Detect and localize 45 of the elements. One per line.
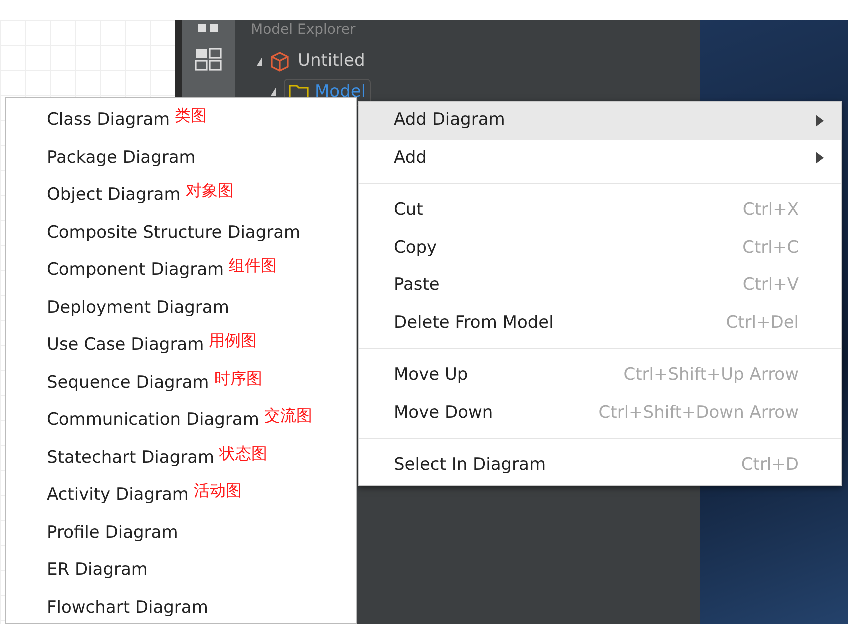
annotation-text: 对象图 xyxy=(186,180,234,202)
shortcut-text: Ctrl+X xyxy=(742,199,799,222)
annotation-text: 类图 xyxy=(175,105,208,127)
menu-item[interactable]: Cut Ctrl+X xyxy=(359,192,841,230)
grid-layout-icon[interactable] xyxy=(194,48,222,72)
annotation-text: 活动图 xyxy=(194,480,242,502)
cube-icon xyxy=(270,52,290,72)
submenu-arrow-icon xyxy=(816,114,824,127)
collapse-arrow-icon[interactable] xyxy=(257,58,262,66)
menu-item[interactable]: Package Diagram xyxy=(47,146,196,171)
menu-item[interactable]: Move Up Ctrl+Shift+Up Arrow xyxy=(359,357,841,394)
annotation-text: 交流图 xyxy=(264,405,312,427)
shortcut-text: Ctrl+V xyxy=(742,274,799,297)
menu-item[interactable]: Paste Ctrl+V xyxy=(359,267,841,304)
shortcut-text: Ctrl+Shift+Down Arrow xyxy=(598,402,799,424)
menu-item[interactable]: Deployment Diagram xyxy=(47,296,230,321)
annotation-text: 时序图 xyxy=(214,368,262,390)
menu-item[interactable]: Component Diagram xyxy=(47,258,224,284)
submenu-arrow-icon xyxy=(816,152,824,164)
menu-item[interactable]: Add xyxy=(359,140,841,177)
menu-item[interactable]: Class Diagram xyxy=(47,108,170,134)
menu-item[interactable]: Move Down Ctrl+Shift+Down Arrow xyxy=(359,394,841,432)
menu-item[interactable]: Flowchart Diagram xyxy=(47,596,208,621)
annotation-text: 状态图 xyxy=(220,442,268,464)
shortcut-text: Ctrl+Del xyxy=(726,312,799,334)
menu-item[interactable]: Delete From Model Ctrl+Del xyxy=(359,304,841,342)
menu-item[interactable]: ER Diagram xyxy=(47,558,148,584)
menu-item[interactable]: Activity Diagram xyxy=(47,483,189,508)
menu-item[interactable]: Sequence Diagram xyxy=(47,370,210,396)
menu-item[interactable]: Use Case Diagram xyxy=(47,333,204,358)
shortcut-text: Ctrl+Shift+Up Arrow xyxy=(624,364,799,387)
tree-item[interactable]: Untitled xyxy=(298,49,366,74)
menu-item[interactable]: Statechart Diagram xyxy=(47,446,215,471)
shortcut-text: Ctrl+D xyxy=(741,454,799,477)
menu-item[interactable]: Composite Structure Diagram xyxy=(47,220,301,246)
menu-item[interactable]: Copy Ctrl+C xyxy=(359,230,841,267)
panel-title: Model Explorer xyxy=(251,23,357,37)
annotation-text: 组件图 xyxy=(229,255,278,277)
menu-item[interactable]: Profile Diagram xyxy=(47,520,178,546)
shortcut-text: Ctrl+C xyxy=(742,236,799,260)
menu-item[interactable]: Add Diagram xyxy=(359,102,841,140)
menu-item[interactable]: Object Diagram xyxy=(47,183,181,208)
annotation-text: 用例图 xyxy=(209,330,258,352)
menu-item[interactable]: Communication Diagram xyxy=(47,408,260,434)
menu-item[interactable]: Select In Diagram Ctrl+D xyxy=(359,447,841,484)
